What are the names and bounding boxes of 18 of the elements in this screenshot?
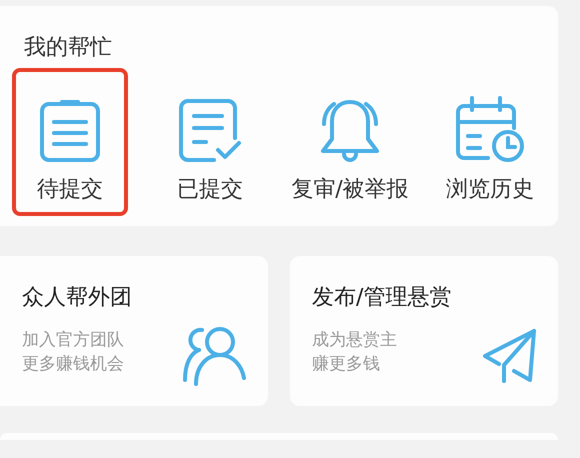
card-subtitle: 赚更多钱 bbox=[312, 353, 381, 376]
menu-item[interactable]: 浏览历史 bbox=[432, 68, 548, 216]
card-title: 众人帮外团 bbox=[22, 284, 132, 312]
document-check-icon bbox=[178, 98, 242, 164]
promo-card[interactable]: 众人帮外团 加入官方团队 更多赚钱机会 bbox=[0, 256, 268, 406]
card-subtitle: 加入官方团队 bbox=[22, 329, 125, 352]
clipboard-icon bbox=[38, 100, 102, 164]
menu-item[interactable]: 复审/被举报 bbox=[292, 68, 408, 216]
paper-plane-icon bbox=[482, 328, 538, 384]
promo-card[interactable]: 发布/管理悬赏 成为悬赏主 赚更多钱 bbox=[290, 256, 558, 406]
section-title: 我的帮忙 bbox=[24, 34, 112, 62]
card-subtitle: 成为悬赏主 bbox=[312, 329, 398, 352]
menu-item[interactable]: 待提交 bbox=[12, 68, 128, 216]
calendar-clock-icon bbox=[454, 96, 526, 164]
people-icon bbox=[182, 326, 248, 386]
menu-item[interactable]: 已提交 bbox=[152, 68, 268, 216]
card-subtitle: 更多赚钱机会 bbox=[22, 353, 125, 376]
card-title: 发布/管理悬赏 bbox=[312, 284, 452, 312]
